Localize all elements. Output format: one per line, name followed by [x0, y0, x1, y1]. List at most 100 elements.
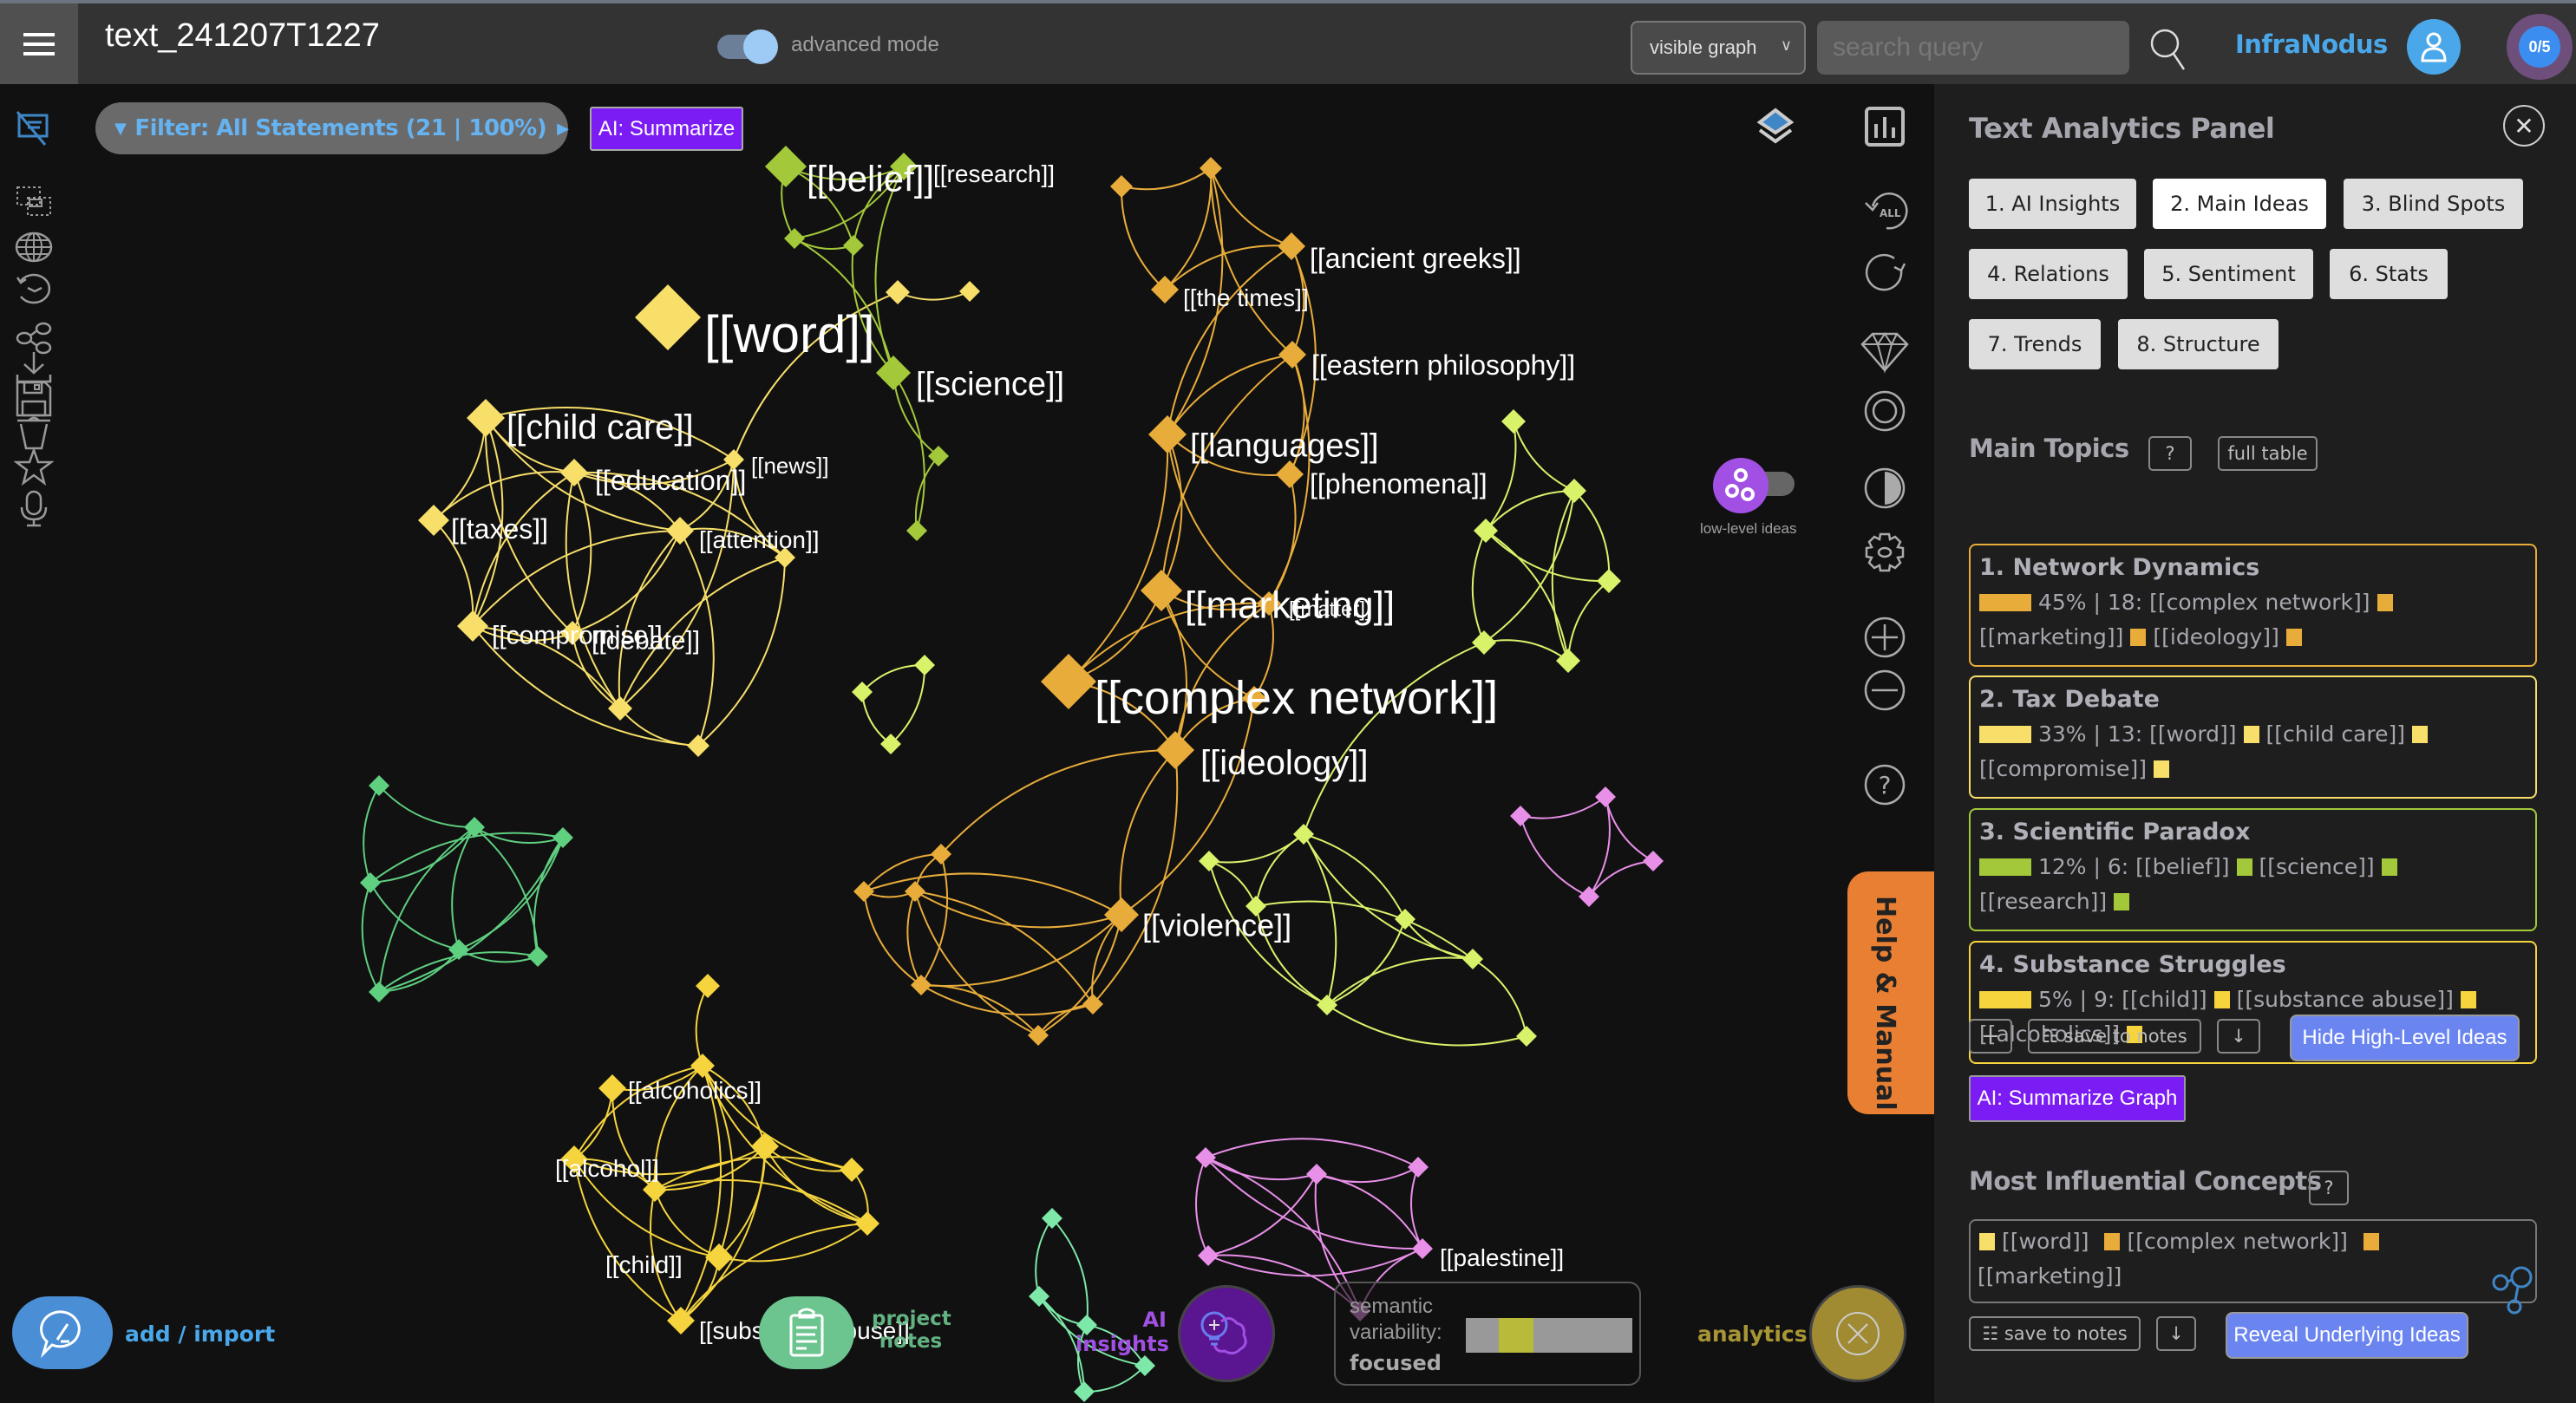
graph-node[interactable] [1472, 630, 1496, 655]
graph-node[interactable] [1198, 1245, 1219, 1266]
tab-blind-spots[interactable]: 3. Blind Spots [2344, 179, 2523, 229]
layers-icon[interactable] [1754, 107, 1797, 150]
graph-node[interactable] [1200, 157, 1222, 179]
graph-node[interactable] [1293, 824, 1314, 845]
graph-node[interactable] [1306, 1164, 1327, 1184]
graph-node-label[interactable]: [[science]] [916, 366, 1064, 402]
focus-ring-icon[interactable] [1860, 387, 1909, 435]
graph-node[interactable] [914, 655, 935, 675]
graph-node[interactable] [360, 872, 381, 893]
tab-trends[interactable]: 7. Trends [1969, 319, 2101, 369]
graph-node[interactable] [1110, 175, 1133, 198]
ai-insights-label[interactable]: AI insights [1076, 1308, 1169, 1356]
graph-node-label[interactable]: [[taxes]] [451, 513, 548, 545]
graph-node[interactable] [959, 281, 980, 302]
brand-logo[interactable]: InfraNodus [2235, 29, 2388, 59]
search-icon[interactable] [2149, 28, 2187, 71]
topic-card[interactable]: 2. Tax Debate 33% | 13: [[word]] [[child c… [1969, 675, 2537, 799]
graph-node[interactable] [467, 399, 505, 437]
graph-node[interactable] [1643, 851, 1664, 871]
influential-concept[interactable]: [[marketing]] [1978, 1263, 2122, 1289]
topic-card[interactable]: 1. Network Dynamics 45% | 18: [[complex n… [1969, 544, 2537, 667]
graph-node[interactable] [1556, 649, 1580, 673]
graph-node-label[interactable]: [[education]] [595, 465, 746, 496]
tab-main-ideas[interactable]: 2. Main Ideas [2153, 179, 2326, 229]
project-notes-label[interactable]: project notes [872, 1308, 951, 1353]
hamburger-menu-button[interactable] [0, 3, 78, 84]
contrast-icon[interactable] [1860, 464, 1909, 512]
graph-node[interactable] [876, 356, 911, 390]
graph-node[interactable] [1278, 232, 1305, 260]
graph-node-label[interactable]: [[violence]] [1142, 908, 1291, 943]
topic-concept[interactable]: [[child care]] [2266, 721, 2406, 747]
globe-icon[interactable] [14, 227, 54, 267]
ai-insights-button[interactable] [1178, 1285, 1275, 1382]
graph-node[interactable] [1579, 886, 1599, 907]
influential-help-button[interactable]: ? [2309, 1171, 2349, 1205]
history-icon[interactable] [14, 269, 54, 309]
topic-concept[interactable]: [[ideology]] [2153, 624, 2279, 649]
project-notes-button[interactable] [759, 1296, 854, 1369]
zoom-in-icon[interactable] [1860, 613, 1909, 662]
graph-node[interactable] [905, 881, 925, 902]
topic-concept[interactable]: [[research]] [1979, 889, 2107, 914]
topic-concept[interactable]: [[word]] [2149, 721, 2236, 747]
topic-concept[interactable]: [[belief]] [2135, 854, 2229, 879]
topic-concept[interactable]: [[complex network]] [2149, 590, 2370, 615]
graph-node[interactable] [911, 975, 932, 995]
influential-concept[interactable]: [[complex network]] [2127, 1229, 2347, 1254]
graph-node[interactable] [696, 974, 720, 998]
graph-node[interactable] [1042, 1208, 1062, 1229]
graph-node[interactable] [1412, 1238, 1433, 1259]
ai-summarize-button[interactable]: AI: Summarize [590, 107, 743, 151]
filter-statements-button[interactable]: ▼ Filter: All Statements (21 | 100%) ▶ [95, 102, 569, 154]
graph-node-label[interactable]: [[ancient greeks]] [1310, 243, 1521, 274]
search-input[interactable] [1817, 21, 2129, 75]
help-icon[interactable]: ? [1860, 760, 1909, 809]
topic-card[interactable]: 3. Scientific Paradox 12% | 6: [[belief]]… [1969, 808, 2537, 931]
add-import-label[interactable]: add / import [125, 1321, 275, 1347]
semantic-variability-widget[interactable]: semantic variability: focused [1334, 1282, 1641, 1386]
graph-node-label[interactable]: [[debate]] [592, 627, 700, 656]
download-topics-button[interactable]: ↓ [2217, 1019, 2260, 1054]
graph-node[interactable] [765, 146, 807, 187]
topic-title[interactable]: 2. Tax Debate [1979, 682, 2527, 717]
graph-node[interactable] [928, 446, 949, 467]
advanced-mode-toggle[interactable] [717, 29, 778, 64]
graph-node[interactable] [1595, 786, 1616, 807]
graph-node[interactable] [855, 1211, 879, 1236]
help-manual-tab[interactable]: Help & Manual [1847, 871, 1934, 1114]
gem-icon[interactable] [1860, 328, 1909, 376]
hide-high-level-ideas-button[interactable]: Hide High-Level Ideas [2290, 1015, 2520, 1061]
graph-node-label[interactable]: [[languages]] [1190, 427, 1379, 464]
graph-node-label[interactable]: [[child]] [605, 1251, 683, 1278]
graph-node[interactable] [1395, 909, 1415, 930]
graph-node-label[interactable]: [[belief]] [807, 159, 934, 199]
tab-stats[interactable]: 6. Stats [2330, 249, 2448, 299]
graph-node[interactable] [635, 284, 701, 350]
save-concepts-to-notes-button[interactable]: ☷ save to notes [1969, 1316, 2141, 1351]
graph-node-label[interactable]: [[alcohol]] [555, 1155, 659, 1182]
save-topics-to-notes-button[interactable]: ☷ save to notes [2028, 1019, 2201, 1054]
add-topic-button[interactable]: + [1969, 1019, 2012, 1054]
graph-node[interactable] [843, 235, 864, 256]
topic-concept[interactable]: [[substance abuse]] [2237, 987, 2454, 1012]
user-account-button[interactable] [2407, 19, 2461, 75]
panel-close-button[interactable]: ✕ [2503, 105, 2545, 147]
graph-node-label[interactable]: [[research]] [933, 160, 1055, 187]
network-graph-icon[interactable] [2492, 1263, 2535, 1317]
graph-node[interactable] [666, 517, 694, 545]
analytics-label[interactable]: analytics [1697, 1321, 1808, 1347]
topic-title[interactable]: 1. Network Dynamics [1979, 551, 2527, 585]
graph-node-label[interactable]: [[phenomena]] [1310, 468, 1487, 499]
graph-node-label[interactable]: [[child care]] [507, 408, 694, 447]
zoom-out-icon[interactable] [1860, 666, 1909, 715]
graph-node[interactable] [527, 946, 548, 967]
graph-node-label[interactable]: [[alcoholics]] [628, 1077, 762, 1104]
knowledge-graph[interactable]: [[word]] [[belief]][[research]] [[science]… [69, 84, 1934, 1403]
graph-node[interactable] [1148, 415, 1187, 454]
graph-node[interactable] [906, 520, 927, 541]
graph-node-label[interactable]: [[eastern philosophy]] [1311, 349, 1575, 381]
hide-statements-icon[interactable] [14, 108, 54, 148]
graph-node[interactable] [1408, 1157, 1429, 1178]
